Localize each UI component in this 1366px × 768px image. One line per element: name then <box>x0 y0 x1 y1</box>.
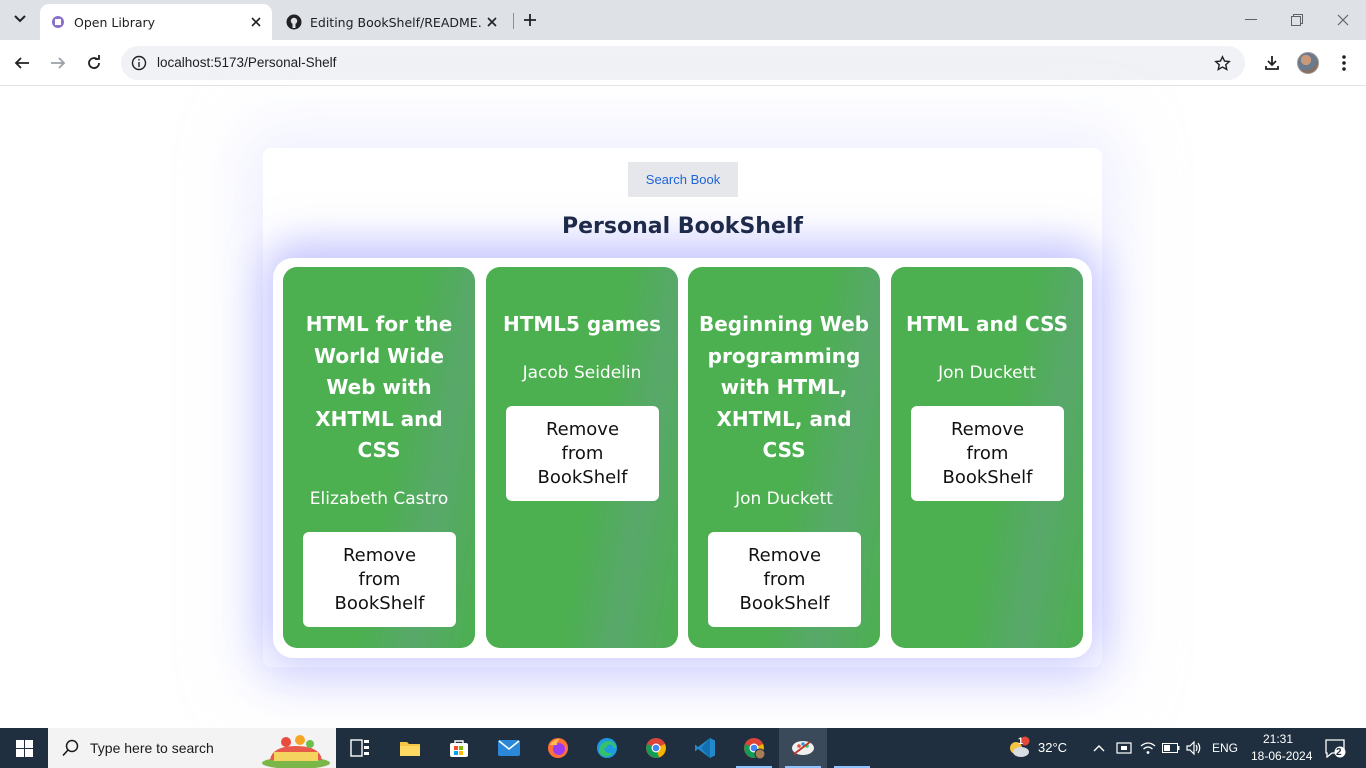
tab-github-readme[interactable]: Editing BookShelf/README.md <box>278 4 508 40</box>
book-author: Jon Duckett <box>735 489 833 509</box>
minimize-window-icon[interactable] <box>1228 0 1274 40</box>
address-bar[interactable]: localhost:5173/Personal-Shelf <box>121 46 1245 80</box>
restore-window-icon[interactable] <box>1274 0 1320 40</box>
remove-from-bookshelf-button[interactable]: Remove from BookShelf <box>506 406 659 501</box>
vscode-icon[interactable] <box>681 728 729 768</box>
search-book-button[interactable]: Search Book <box>628 162 738 197</box>
windows-taskbar: Type here to search 1 32°C ENG 21:31 18-… <box>0 728 1366 768</box>
remove-from-bookshelf-button[interactable]: Remove from BookShelf <box>911 406 1064 501</box>
open-library-favicon-icon <box>50 14 66 30</box>
new-tab-plus-icon[interactable] <box>518 8 542 32</box>
wifi-icon[interactable] <box>1138 738 1158 758</box>
tab-search-icon[interactable] <box>8 7 32 31</box>
book-title: HTML for the World Wide Web with XHTML a… <box>305 312 453 463</box>
bookmark-star-icon[interactable] <box>1211 52 1233 74</box>
tab-title: Open Library <box>74 14 156 30</box>
remove-from-bookshelf-button[interactable]: Remove from BookShelf <box>303 532 456 627</box>
profile-avatar-icon[interactable] <box>1294 49 1322 77</box>
microsoft-store-icon[interactable] <box>435 728 483 768</box>
mail-icon[interactable] <box>485 728 533 768</box>
paint-app-icon[interactable] <box>779 728 827 768</box>
volume-icon[interactable] <box>1184 738 1204 758</box>
book-author: Elizabeth Castro <box>309 489 449 509</box>
book-author: Jon Duckett <box>938 363 1036 383</box>
task-view-icon[interactable] <box>336 728 384 768</box>
download-icon[interactable] <box>1258 49 1286 77</box>
avatar <box>1297 52 1319 74</box>
book-card: HTML5 games Jacob Seidelin Remove from B… <box>486 267 678 648</box>
tab-separator <box>513 13 514 29</box>
bookshelf-panel: Search Book Personal BookShelf HTML for … <box>263 148 1102 667</box>
file-explorer-icon[interactable] <box>386 728 434 768</box>
meet-now-icon[interactable] <box>1114 738 1134 758</box>
chevron-up-icon[interactable] <box>1089 738 1109 758</box>
remove-from-bookshelf-button[interactable]: Remove from BookShelf <box>708 532 861 627</box>
close-tab-icon[interactable] <box>482 12 502 32</box>
book-card: HTML for the World Wide Web with XHTML a… <box>283 267 475 648</box>
tab-open-library[interactable]: Open Library <box>40 4 272 40</box>
browser-tab-bar: Open Library Editing BookShelf/README.md <box>0 0 1366 40</box>
taskbar-search-placeholder[interactable]: Type here to search <box>90 740 214 756</box>
clock-time[interactable]: 21:31 <box>1263 732 1293 746</box>
weather-temperature[interactable]: 32°C <box>1038 740 1067 755</box>
weather-badge: 1 <box>1018 736 1024 746</box>
clock-date[interactable]: 18-06-2024 <box>1251 749 1312 763</box>
close-tab-icon[interactable] <box>246 12 266 32</box>
windows-start-icon[interactable] <box>0 728 48 768</box>
browser-menu-icon[interactable] <box>1330 49 1358 77</box>
forward-arrow-icon[interactable] <box>42 47 74 79</box>
input-language[interactable]: ENG <box>1212 741 1238 755</box>
back-arrow-icon[interactable] <box>6 47 38 79</box>
search-highlight-illustration-icon <box>256 730 332 768</box>
site-info-icon[interactable] <box>127 51 151 75</box>
taskbar-empty-slot <box>828 728 876 768</box>
chrome-profile-icon[interactable] <box>730 728 778 768</box>
battery-icon[interactable] <box>1161 738 1181 758</box>
page-viewport: Search Book Personal BookShelf HTML for … <box>0 87 1366 728</box>
search-icon <box>62 739 80 757</box>
taskbar-search-box[interactable]: Type here to search <box>48 728 336 768</box>
book-author: Jacob Seidelin <box>522 363 642 383</box>
tab-title: Editing BookShelf/README.md <box>310 14 482 30</box>
url-text[interactable]: localhost:5173/Personal-Shelf <box>157 55 336 70</box>
browser-toolbar: localhost:5173/Personal-Shelf <box>0 40 1366 86</box>
chrome-icon[interactable] <box>632 728 680 768</box>
firefox-icon[interactable] <box>534 728 582 768</box>
book-card: Beginning Web programming with HTML, XHT… <box>688 267 880 648</box>
close-window-icon[interactable] <box>1320 0 1366 40</box>
book-title: HTML and CSS <box>906 312 1068 336</box>
page-title: Personal BookShelf <box>562 214 803 239</box>
reload-icon[interactable] <box>78 47 110 79</box>
book-card: HTML and CSS Jon Duckett Remove from Boo… <box>891 267 1083 648</box>
edge-icon[interactable] <box>583 728 631 768</box>
notification-count-badge: 2 <box>1336 747 1342 758</box>
book-title: HTML5 games <box>502 312 662 336</box>
github-icon <box>286 14 302 30</box>
book-title: Beginning Web programming with HTML, XHT… <box>698 312 870 463</box>
notifications-icon[interactable] <box>1323 737 1347 759</box>
